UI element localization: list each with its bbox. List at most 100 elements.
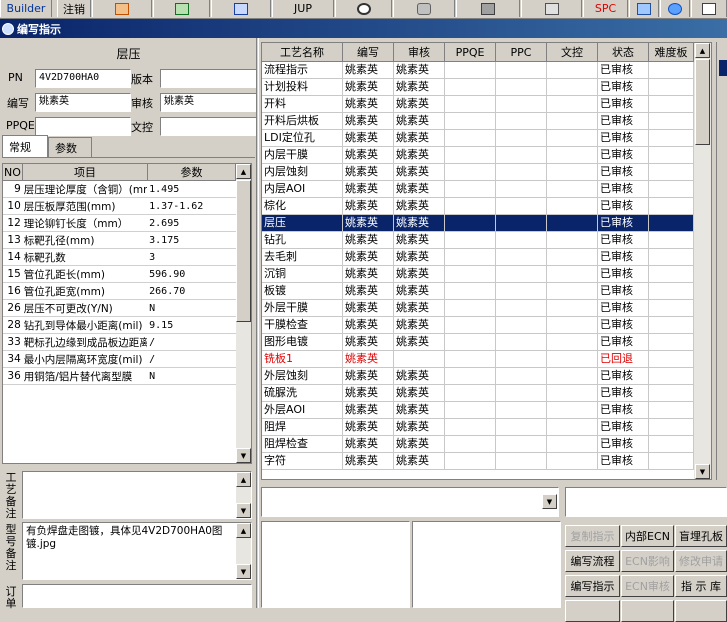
- process-row[interactable]: 开料 姚素英 姚素英 已审核: [262, 96, 694, 113]
- param-row[interactable]: 12 理论铆钉长度（mm） 2.695: [3, 215, 236, 232]
- param-row[interactable]: 9 层压理论厚度（含铜）(mm) 1.495: [3, 181, 236, 198]
- edit-flow-button[interactable]: 编写流程: [565, 550, 620, 572]
- scroll-down-icon[interactable]: ▼: [236, 564, 251, 579]
- word-button[interactable]: [211, 0, 271, 17]
- view-button[interactable]: [335, 0, 392, 17]
- param-value[interactable]: 3.175: [147, 235, 236, 246]
- param-scroll-thumb[interactable]: [236, 180, 251, 322]
- author-field[interactable]: 姚素英: [35, 93, 131, 112]
- splitter[interactable]: [256, 38, 259, 608]
- extra-button-1[interactable]: [565, 600, 620, 622]
- param-row[interactable]: 28 钻孔到导体最小距离(mil) 9.15: [3, 317, 236, 334]
- process-row[interactable]: 棕化 姚素英 姚素英 已审核: [262, 198, 694, 215]
- scroll-down-icon[interactable]: ▼: [236, 448, 251, 463]
- param-row[interactable]: 13 标靶孔径(mm) 3.175: [3, 232, 236, 249]
- param-row[interactable]: 33 靶标孔边缘到成品板边距离 /: [3, 334, 236, 351]
- ppqe-field[interactable]: [35, 117, 131, 136]
- param-value[interactable]: 3: [147, 252, 236, 263]
- network-button[interactable]: [456, 0, 520, 17]
- process-row[interactable]: 外层AOI 姚素英 姚素英 已审核: [262, 402, 694, 419]
- process-detail-list-2[interactable]: [412, 521, 561, 608]
- modify-apply-button[interactable]: 修改申请: [675, 550, 727, 572]
- process-row[interactable]: 字符 姚素英 姚素英 已审核: [262, 453, 694, 470]
- process-row[interactable]: 板镀 姚素英 姚素英 已审核: [262, 283, 694, 300]
- scroll-down-icon[interactable]: ▼: [695, 464, 710, 479]
- param-row[interactable]: 34 最小内层隔离环宽度(mil) /: [3, 351, 236, 368]
- param-value[interactable]: /: [147, 354, 236, 365]
- process-row[interactable]: LDI定位孔 姚素英 姚素英 已审核: [262, 130, 694, 147]
- model-note-field[interactable]: 有负焊盘走图镀，具体见4V2D700HA0图镀.jpg: [22, 522, 252, 580]
- scroll-up-icon[interactable]: ▲: [695, 43, 710, 58]
- param-value[interactable]: /: [147, 337, 236, 348]
- instruction-library-button[interactable]: 指 示 库: [675, 575, 727, 597]
- param-row[interactable]: 10 层压板厚范围(mm) 1.37-1.62: [3, 198, 236, 215]
- process-row[interactable]: 硫脲洗 姚素英 姚素英 已审核: [262, 385, 694, 402]
- secondary-select[interactable]: [565, 487, 727, 517]
- param-value[interactable]: 1.37-1.62: [147, 201, 236, 212]
- process-row[interactable]: 阻焊检查 姚素英 姚素英 已审核: [262, 436, 694, 453]
- grid-header-1[interactable]: 编写: [343, 43, 394, 62]
- process-row[interactable]: 阻焊 姚素英 姚素英 已审核: [262, 419, 694, 436]
- process-row[interactable]: 图形电镀 姚素英 姚素英 已审核: [262, 334, 694, 351]
- grid-header-3[interactable]: PPQE: [445, 43, 496, 62]
- grid-header-0[interactable]: 工艺名称: [262, 43, 343, 62]
- excel-button[interactable]: [153, 0, 210, 17]
- process-row[interactable]: 外层蚀刻 姚素英 姚素英 已审核: [262, 368, 694, 385]
- param-value[interactable]: 596.90: [147, 269, 236, 280]
- database-button[interactable]: [393, 0, 455, 17]
- param-value[interactable]: 2.695: [147, 218, 236, 229]
- process-row[interactable]: 铣板1 姚素英 已回退: [262, 351, 694, 368]
- ppt-button[interactable]: [92, 0, 152, 17]
- logout-button[interactable]: 注销: [57, 0, 91, 17]
- copy-instruction-button[interactable]: 复制指示: [565, 525, 620, 547]
- process-row[interactable]: 内层AOI 姚素英 姚素英 已审核: [262, 181, 694, 198]
- param-value[interactable]: 1.495: [147, 184, 236, 195]
- process-note-field[interactable]: [22, 471, 252, 519]
- process-row[interactable]: 开料后烘板 姚素英 姚素英 已审核: [262, 113, 694, 130]
- param-row[interactable]: 16 管位孔距宽(mm) 266.70: [3, 283, 236, 300]
- tab-params[interactable]: 参数: [48, 137, 92, 157]
- chevron-down-icon[interactable]: ▼: [542, 494, 557, 509]
- process-row[interactable]: 外层干膜 姚素英 姚素英 已审核: [262, 300, 694, 317]
- grid-header-4[interactable]: PPC: [496, 43, 547, 62]
- param-value[interactable]: N: [147, 303, 236, 314]
- scroll-up-icon[interactable]: ▲: [236, 472, 251, 487]
- tab-general[interactable]: 常规: [2, 135, 48, 157]
- refresh-button[interactable]: [629, 0, 659, 17]
- param-row[interactable]: 26 层压不可更改(Y/N) N: [3, 300, 236, 317]
- process-row[interactable]: 干膜检查 姚素英 姚素英 已审核: [262, 317, 694, 334]
- printer-button[interactable]: [521, 0, 582, 17]
- process-scrollbar[interactable]: ▲ ▼: [694, 43, 711, 479]
- process-row[interactable]: 钻孔 姚素英 姚素英 已审核: [262, 232, 694, 249]
- scroll-down-icon[interactable]: ▼: [236, 503, 251, 518]
- param-row[interactable]: 15 管位孔距长(mm) 596.90: [3, 266, 236, 283]
- doc-control-field[interactable]: [160, 117, 257, 136]
- scroll-up-icon[interactable]: ▲: [236, 164, 251, 179]
- process-row[interactable]: 内层蚀刻 姚素英 姚素英 已审核: [262, 164, 694, 181]
- scroll-up-icon[interactable]: ▲: [236, 523, 251, 538]
- spc-button[interactable]: SPC: [583, 0, 628, 17]
- ecn-impact-button[interactable]: ECN影响: [621, 550, 674, 572]
- grid-header-6[interactable]: 状态: [598, 43, 649, 62]
- version-field[interactable]: [160, 69, 257, 88]
- process-row[interactable]: 沉铜 姚素英 姚素英 已审核: [262, 266, 694, 283]
- builder-button[interactable]: Builder: [0, 0, 52, 17]
- model-note-scrollbar[interactable]: ▲ ▼: [236, 523, 251, 579]
- param-value[interactable]: 9.15: [147, 320, 236, 331]
- grid-header-2[interactable]: 审核: [394, 43, 445, 62]
- process-select[interactable]: ▼: [261, 487, 559, 517]
- edit-instruction-button[interactable]: 编写指示: [565, 575, 620, 597]
- grid-header-5[interactable]: 文控: [547, 43, 598, 62]
- grid-header-7[interactable]: 难度板: [649, 43, 694, 62]
- extra-button-3[interactable]: [675, 600, 727, 622]
- process-scroll-thumb[interactable]: [695, 59, 710, 145]
- extra-button-2[interactable]: [621, 600, 674, 622]
- document-button[interactable]: [691, 0, 727, 17]
- process-note-scrollbar[interactable]: ▲ ▼: [236, 472, 251, 518]
- internal-ecn-button[interactable]: 内部ECN: [621, 525, 674, 547]
- browser-button[interactable]: [660, 0, 690, 17]
- ecn-review-button[interactable]: ECN审核: [621, 575, 674, 597]
- param-row[interactable]: 36 用铜箔/铝片替代离型膜 N: [3, 368, 236, 385]
- process-row[interactable]: 层压 姚素英 姚素英 已审核: [262, 215, 694, 232]
- pn-field[interactable]: 4V2D700HA0: [35, 69, 131, 88]
